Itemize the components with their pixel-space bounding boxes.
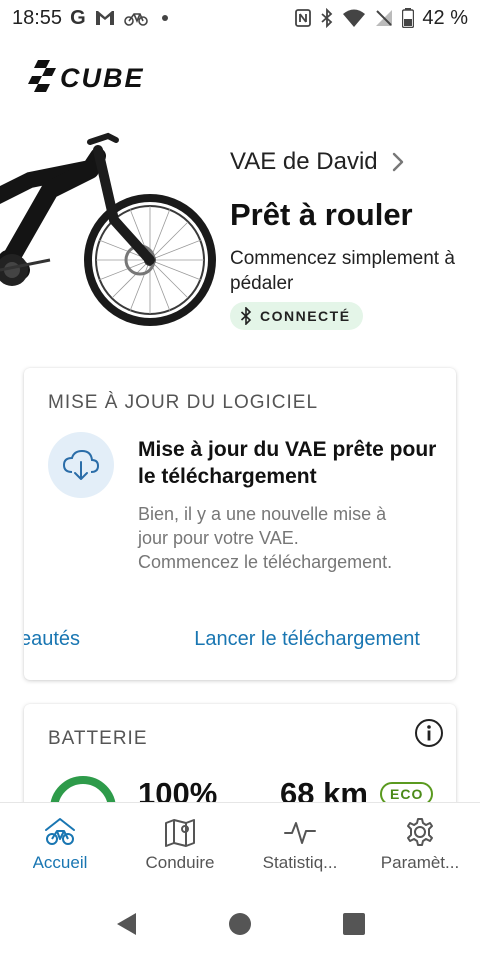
start-download-button[interactable]: Lancer le téléchargement <box>194 628 420 651</box>
update-actions: eautés Lancer le téléchargement <box>24 626 456 656</box>
nav-label-ride: Conduire <box>145 853 215 872</box>
gear-icon <box>407 818 433 846</box>
battery-percent: 42 % <box>422 6 468 29</box>
bike-image <box>0 132 216 326</box>
update-section-title: MISE À JOUR DU LOGICIEL <box>48 392 319 413</box>
update-description: Bien, il y a une nouvelle mise à jour po… <box>138 504 393 572</box>
software-update-card: MISE À JOUR DU LOGICIEL Mise à jour du V… <box>24 368 456 680</box>
google-icon: G <box>70 6 86 29</box>
whats-new-link[interactable]: eautés <box>24 628 80 651</box>
chevron-right-icon <box>392 152 403 172</box>
app-screen: 18:55 G 42 % CUBE VAE de David Prêt à ro… <box>0 0 480 960</box>
gmail-icon <box>95 11 114 25</box>
bike-name-row[interactable]: VAE de David <box>230 148 408 176</box>
recents-icon[interactable] <box>342 912 366 936</box>
nav-label-settings: Paramèt... <box>380 853 460 872</box>
nfc-icon <box>295 9 312 27</box>
no-signal-icon <box>376 10 393 26</box>
bike-status-title: Prêt à rouler <box>230 197 413 232</box>
nav-item-settings[interactable]: Paramèt... <box>360 803 480 888</box>
cloud-download-icon <box>62 449 100 480</box>
status-bar-right: 42 % <box>294 7 468 30</box>
bike-name: VAE de David <box>230 148 378 175</box>
map-icon <box>165 819 195 847</box>
bluetooth-icon <box>321 8 333 28</box>
status-time: 18:55 <box>12 6 63 29</box>
battery-section-title: BATTERIE <box>48 728 148 749</box>
back-icon[interactable] <box>114 911 138 937</box>
bluetooth-icon <box>240 307 252 325</box>
nav-item-statistics[interactable]: Statistiq... <box>240 803 360 888</box>
update-headline: Mise à jour du VAE prête pour le télécha… <box>138 438 437 488</box>
wifi-icon <box>343 9 366 27</box>
status-bar: 18:55 G 42 % <box>0 0 480 36</box>
svg-text:CUBE: CUBE <box>60 63 145 93</box>
bike-status-subtitle: Commencez simplement à pédaler <box>230 248 455 294</box>
activity-icon <box>284 822 316 844</box>
nav-label-home: Accueil <box>32 853 88 872</box>
connection-badge: CONNECTÉ <box>230 302 363 330</box>
more-notifications-dot <box>161 15 168 21</box>
home-icon[interactable] <box>228 912 252 936</box>
bike-notification-icon <box>123 13 148 26</box>
status-bar-left: 18:55 G <box>12 7 168 30</box>
cube-logo: CUBE <box>28 60 145 93</box>
connection-status-text: CONNECTÉ <box>260 308 351 324</box>
system-navigation-bar <box>0 888 480 960</box>
home-bike-icon <box>45 818 75 845</box>
nav-item-home[interactable]: Accueil <box>0 803 120 888</box>
nav-label-statistics: Statistiq... <box>262 853 338 872</box>
nav-item-ride[interactable]: Conduire <box>120 803 240 888</box>
info-icon[interactable] <box>414 718 444 748</box>
bottom-navigation: Accueil Conduire Statistiq... Paramèt... <box>0 802 480 888</box>
cloud-download-icon-container <box>48 432 114 498</box>
battery-icon <box>402 8 415 28</box>
